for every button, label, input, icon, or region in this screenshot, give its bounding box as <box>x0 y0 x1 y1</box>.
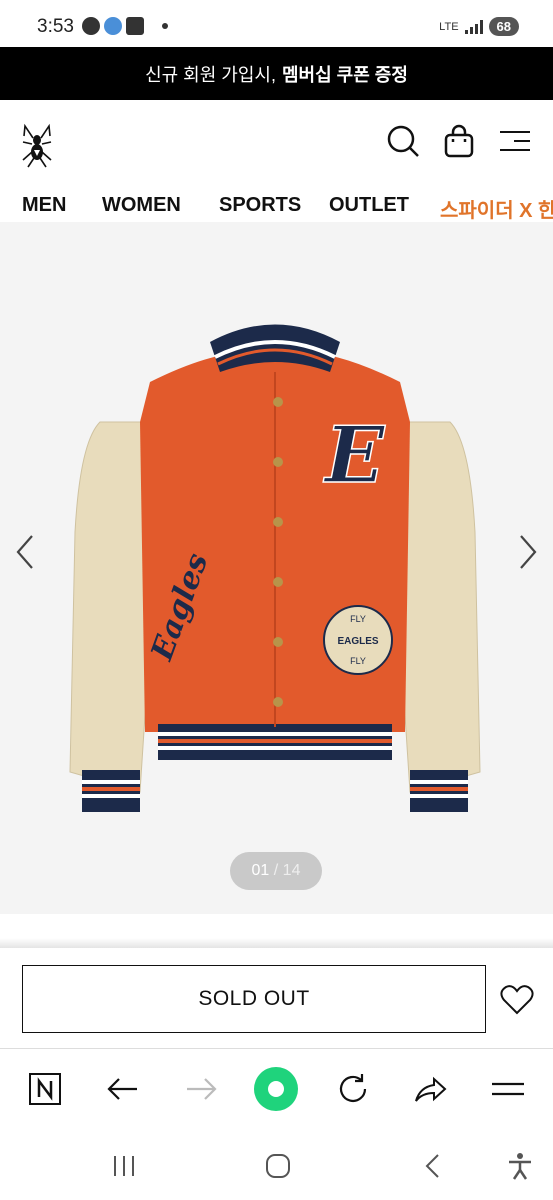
status-time: 3:53 <box>37 16 74 37</box>
product-jacket-image: E Eagles FLY EAGLES FLY <box>69 324 481 812</box>
android-nav-bar <box>0 1130 553 1200</box>
share-icon[interactable] <box>412 1071 448 1107</box>
nav-outlet[interactable]: OUTLET <box>329 194 409 217</box>
network-label: LTE <box>439 20 459 33</box>
site-header <box>0 100 553 186</box>
patch-bottom-text: FLY <box>350 656 366 666</box>
more-notifications-dot <box>162 23 168 29</box>
status-bar: 3:53 LTE 68 <box>0 0 553 47</box>
search-icon[interactable] <box>386 124 420 158</box>
heart-icon[interactable] <box>500 984 534 1016</box>
spider-logo[interactable] <box>22 122 52 168</box>
signal-icon <box>464 19 483 34</box>
home-icon[interactable] <box>264 1152 292 1180</box>
image-counter-total: / 14 <box>273 862 301 879</box>
accessibility-icon[interactable] <box>506 1152 534 1180</box>
promo-highlight: 멤버십 쿠폰 증정 <box>282 64 408 85</box>
app-notification-icon <box>104 17 122 35</box>
browser-menu-icon[interactable] <box>490 1071 526 1107</box>
recent-apps-icon[interactable] <box>110 1152 138 1180</box>
shopping-bag-icon[interactable] <box>442 124 476 158</box>
image-counter: 01 / 14 <box>230 852 322 890</box>
back-icon[interactable] <box>420 1152 448 1180</box>
patch-top-text: FLY <box>350 614 366 624</box>
menu-icon[interactable] <box>498 124 532 158</box>
category-nav: MEN WOMEN SPORTS OUTLET 스파이더 X 한 <box>0 186 553 222</box>
sold-out-button[interactable]: SOLD OUT <box>22 965 486 1033</box>
notification-icons <box>82 17 168 35</box>
battery-indicator: 68 <box>488 17 519 36</box>
jacket-letter-e: E <box>323 410 386 501</box>
section-divider <box>0 938 553 948</box>
next-image-arrow-icon[interactable] <box>513 532 543 572</box>
image-counter-current: 01 <box>251 862 270 879</box>
back-arrow-icon[interactable] <box>105 1071 141 1107</box>
status-right: LTE 68 <box>439 17 519 36</box>
promo-banner[interactable]: 신규 회원 가입시, 멤버십 쿠폰 증정 <box>0 47 553 100</box>
patch-middle-text: EAGLES <box>337 636 378 647</box>
product-image-carousel[interactable]: E Eagles FLY EAGLES FLY 01 / 14 <box>0 222 553 914</box>
browser-toolbar <box>0 1048 553 1130</box>
nav-sports[interactable]: SPORTS <box>219 194 301 217</box>
nav-men[interactable]: MEN <box>22 194 66 217</box>
reload-icon[interactable] <box>335 1071 371 1107</box>
home-dot-icon[interactable] <box>254 1067 298 1111</box>
naver-n-icon[interactable] <box>27 1071 63 1107</box>
nav-collab[interactable]: 스파이더 X 한 <box>440 194 553 222</box>
phone-icon <box>82 17 100 35</box>
nav-women[interactable]: WOMEN <box>102 194 181 217</box>
checkbox-icon <box>126 17 144 35</box>
forward-arrow-icon[interactable] <box>183 1071 219 1107</box>
prev-image-arrow-icon[interactable] <box>10 532 40 572</box>
promo-text: 신규 회원 가입시, <box>145 64 276 85</box>
